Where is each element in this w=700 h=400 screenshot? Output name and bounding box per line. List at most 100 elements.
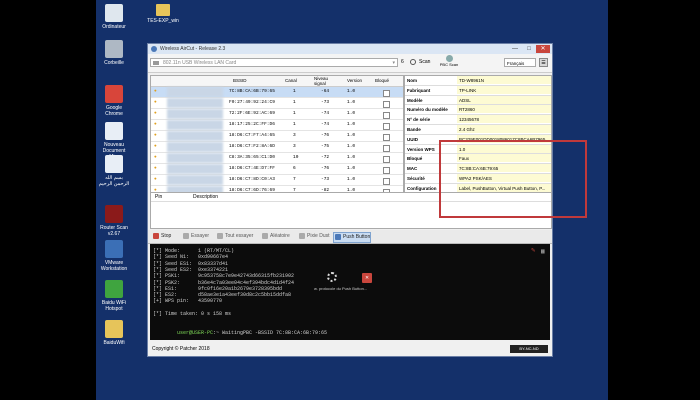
console-prompt: user@USER-PC:~ WaitingPBC -BSSID 7C:8B:C… — [177, 330, 328, 336]
desktop-icon[interactable]: Google Chrome — [98, 85, 130, 117]
table-row[interactable]: ● 18:D6:C7:4E:D7:FF 6 -76 1.0 — [151, 164, 403, 175]
channel-cell: 3 — [293, 144, 296, 149]
blocked-checkbox[interactable] — [383, 178, 390, 185]
property-value[interactable]: RT2860 — [457, 105, 551, 114]
blocked-checkbox[interactable] — [383, 101, 390, 108]
table-row[interactable]: ● F0:27:49:92:24:C9 1 -73 1.0 — [151, 98, 403, 109]
property-value[interactable]: TP-LINK — [457, 85, 551, 94]
blocked-checkbox[interactable] — [383, 145, 390, 152]
desktop-icon[interactable]: Ordinateur — [98, 4, 130, 30]
bssid-cell: 18:D6:C7:8D:C0:A3 — [229, 177, 275, 182]
blocked-checkbox[interactable] — [383, 112, 390, 119]
app-icon — [105, 122, 123, 140]
essid-redacted — [167, 109, 223, 119]
version-cell: 1.0 — [347, 89, 356, 94]
bssid-cell: 72:2F:6E:92:AC:69 — [229, 111, 275, 116]
pin-header: Pin — [155, 194, 163, 200]
desktop-icon[interactable]: BaiduWifi — [98, 320, 130, 346]
signal-cell: -73 — [321, 177, 330, 182]
desktop-icon[interactable]: Corbeille — [98, 40, 130, 66]
desktop: Ordinateur Corbeille Google Chrome Nouveau … — [96, 0, 608, 400]
channel-cell: 1 — [293, 89, 296, 94]
table-row[interactable]: ● 18:D6:C7:F7:A4:65 3 -76 1.0 — [151, 131, 403, 142]
signal-cell: -76 — [321, 133, 330, 138]
table-row[interactable]: ● 18:17:25:2C:FF:D6 1 -74 1.0 — [151, 120, 403, 131]
table-row[interactable]: ● C8:3A:35:65:C1:D0 10 -72 1.0 — [151, 153, 403, 164]
desktop-icon-label: Corbeille — [104, 60, 124, 66]
copyright-text: Copyright © Patcher 2018 — [152, 346, 210, 352]
desktop-folder[interactable]: TES-EXP_win — [143, 4, 183, 24]
signal-cell: -74 — [321, 111, 330, 116]
signal-cell: -64 — [321, 89, 330, 94]
property-row: Fabriquant TP-LINK — [405, 85, 551, 96]
channel-cell: 10 — [293, 155, 299, 160]
essid-redacted — [167, 131, 223, 141]
adapter-icon — [153, 61, 159, 65]
table-row[interactable]: ● 7C:8B:CA:6B:79:65 1 -64 1.0 — [151, 87, 403, 98]
table-row[interactable]: ● 18:D6:C7:F2:8A:6D 3 -75 1.0 — [151, 142, 403, 153]
property-value[interactable]: TD-W8961N — [457, 76, 551, 84]
blocked-checkbox[interactable] — [383, 134, 390, 141]
blocked-checkbox[interactable] — [383, 167, 390, 174]
adapter-select[interactable]: 802.11n USB Wireless LAN Card ▾ — [150, 58, 398, 67]
try-all-button[interactable]: Tout essayer — [216, 232, 253, 241]
bssid-cell: 18:D6:C7:4E:D7:FF — [229, 166, 275, 171]
folder-icon — [156, 4, 170, 16]
version-cell: 1.0 — [347, 122, 356, 127]
col-version[interactable]: Version — [347, 76, 362, 86]
language-select[interactable]: Français — [504, 58, 536, 67]
console-side-icon-2[interactable]: ▦ — [541, 248, 548, 255]
property-row: Modèle ADSL — [405, 95, 551, 106]
console-line: [*] Seed N1: 0xd90667e4 — [153, 254, 229, 261]
settings-icon[interactable]: ☰ — [539, 58, 548, 67]
col-blocked[interactable]: Bloqué — [375, 76, 389, 86]
version-cell: 1.0 — [347, 144, 356, 149]
col-bssid[interactable]: BSSID — [233, 76, 247, 86]
essid-redacted — [167, 98, 223, 108]
property-key: Modèle — [407, 97, 423, 103]
desktop-icon[interactable]: Router Scan v2.67 — [98, 205, 130, 237]
attack-toolbar: Stop Essayer Tout essayer Aléatoire Pixi… — [148, 230, 552, 244]
random-button[interactable]: Aléatoire — [261, 232, 290, 241]
property-value[interactable]: 12345678 — [457, 115, 551, 124]
property-key: Nom — [407, 78, 417, 83]
pixie-dust-button[interactable]: Pixie Dust — [298, 232, 330, 241]
highlight-box — [439, 140, 587, 218]
property-value[interactable]: ADSL — [457, 95, 551, 104]
loading-spinner-icon — [327, 272, 337, 282]
channel-cell: 1 — [293, 100, 296, 105]
desktop-icon[interactable]: Baidu WiFi Hotspot — [98, 280, 130, 312]
push-button-button[interactable]: Push Button — [333, 232, 372, 243]
pbc-scan-button[interactable]: PBC Scan — [438, 55, 460, 70]
bssid-cell: 18:D6:C7:F2:8A:6D — [229, 144, 275, 149]
stop-button[interactable]: Stop — [152, 232, 171, 241]
desktop-icon[interactable]: VMware Workstation — [98, 240, 130, 272]
version-cell: 1.0 — [347, 166, 356, 171]
app-icon — [105, 155, 123, 173]
stop-icon — [153, 233, 159, 239]
blocked-checkbox[interactable] — [383, 123, 390, 130]
blocked-checkbox[interactable] — [383, 90, 390, 97]
table-row[interactable]: ● 18:D6:C7:8D:C0:A3 7 -73 1.0 — [151, 175, 403, 186]
maximize-button[interactable]: □ — [522, 45, 536, 53]
version-cell: 1.0 — [347, 133, 356, 138]
version-cell: 1.0 — [347, 100, 356, 105]
blocked-checkbox[interactable] — [383, 156, 390, 163]
cancel-wait-button[interactable]: ✕ — [362, 273, 372, 283]
version-cell: 1.0 — [347, 155, 356, 160]
console-line: [*] PSK2: b36e4c7a03ee04c4ef394bdc4d1d4f… — [153, 279, 295, 286]
lock-icon: ● — [154, 144, 157, 149]
console-side-icon[interactable]: ✎ — [531, 248, 538, 255]
col-signal[interactable]: Niveau signal — [314, 76, 334, 86]
col-channel[interactable]: Canal — [285, 76, 297, 86]
lock-icon: ● — [154, 166, 157, 171]
close-button[interactable]: ✕ — [536, 45, 550, 53]
version-cell: 1.0 — [347, 177, 356, 182]
scan-button[interactable]: Scan — [410, 58, 430, 67]
lock-icon: ● — [154, 100, 157, 105]
desktop-icon[interactable]: بسم الله الرحمن الرحيم — [98, 155, 130, 187]
minimize-button[interactable]: — — [508, 45, 522, 53]
try-button[interactable]: Essayer — [182, 232, 209, 241]
table-row[interactable]: ● 72:2F:6E:92:AC:69 1 -74 1.0 — [151, 109, 403, 120]
property-value[interactable]: 2.4 Ghz — [457, 124, 551, 133]
